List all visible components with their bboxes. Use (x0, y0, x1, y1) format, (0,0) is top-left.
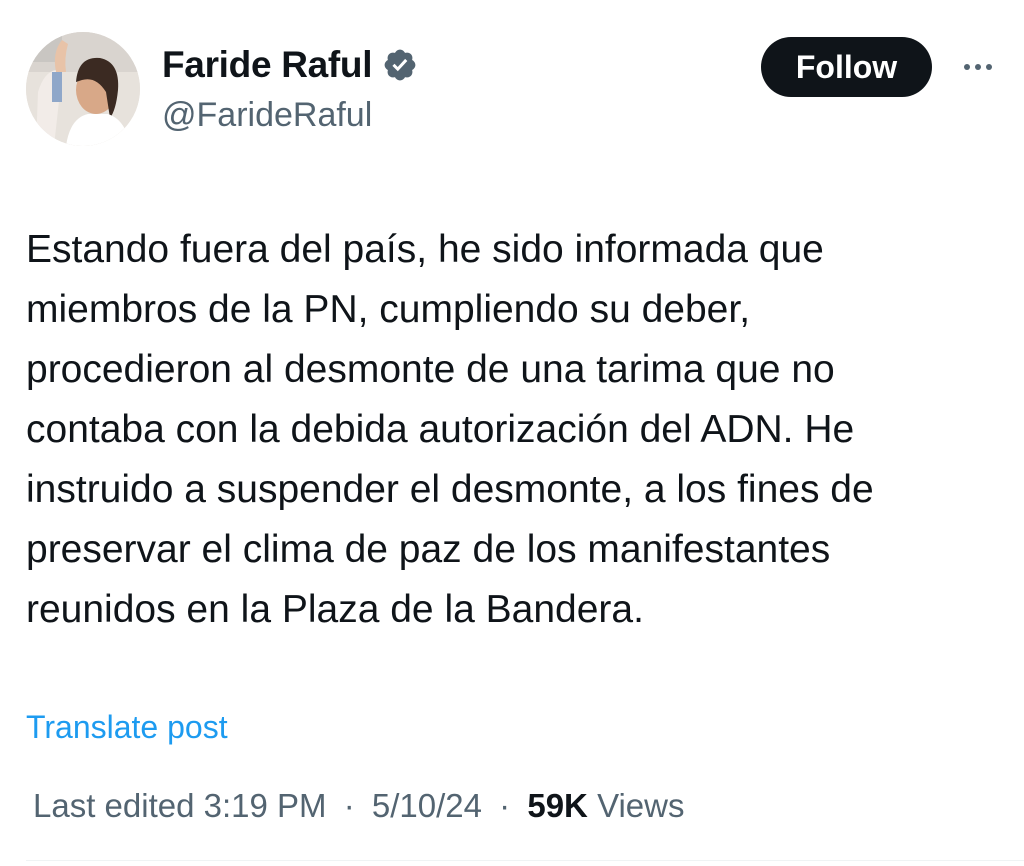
ellipsis-dot (964, 64, 970, 70)
display-name-text[interactable]: Faride Raful (162, 44, 373, 86)
post-date[interactable]: 5/10/24 (372, 787, 482, 824)
views-count: 59K (527, 787, 588, 824)
post-text-line: Estando fuera del país, he sido informad… (26, 228, 824, 271)
author-handle[interactable]: @FarideRaful (162, 96, 372, 135)
edited-label[interactable]: Last edited (33, 787, 194, 824)
translate-post-link[interactable]: Translate post (26, 709, 228, 746)
meta-separator: · (499, 787, 511, 824)
author-display-name[interactable]: Faride Raful (162, 44, 418, 86)
more-options-icon[interactable] (952, 50, 1004, 84)
post-text-line: preservar el clima de paz de los manifes… (26, 528, 831, 571)
post-text-line: instruido a suspender el desmonte, a los… (26, 468, 874, 511)
post-time[interactable]: 3:19 PM (204, 787, 327, 824)
views-label: Views (597, 787, 685, 824)
post-text: Estando fuera del país, he sido informad… (26, 220, 1011, 640)
divider (26, 860, 1024, 861)
meta-separator: · (343, 787, 355, 824)
post-metadata: Last edited 3:19 PM · 5/10/24 · 59K View… (33, 787, 685, 825)
post-text-line: reunidos en la Plaza de la Bandera. (26, 588, 644, 631)
post-text-line: procedieron al desmonte de una tarima qu… (26, 348, 835, 391)
verified-badge-icon[interactable] (382, 47, 418, 83)
post-text-line: contaba con la debida autorización del A… (26, 408, 855, 451)
ellipsis-dot (975, 64, 981, 70)
follow-button[interactable]: Follow (761, 37, 932, 97)
avatar[interactable] (26, 32, 140, 146)
ellipsis-dot (986, 64, 992, 70)
post-text-line: miembros de la PN, cumpliendo su deber, (26, 288, 751, 331)
